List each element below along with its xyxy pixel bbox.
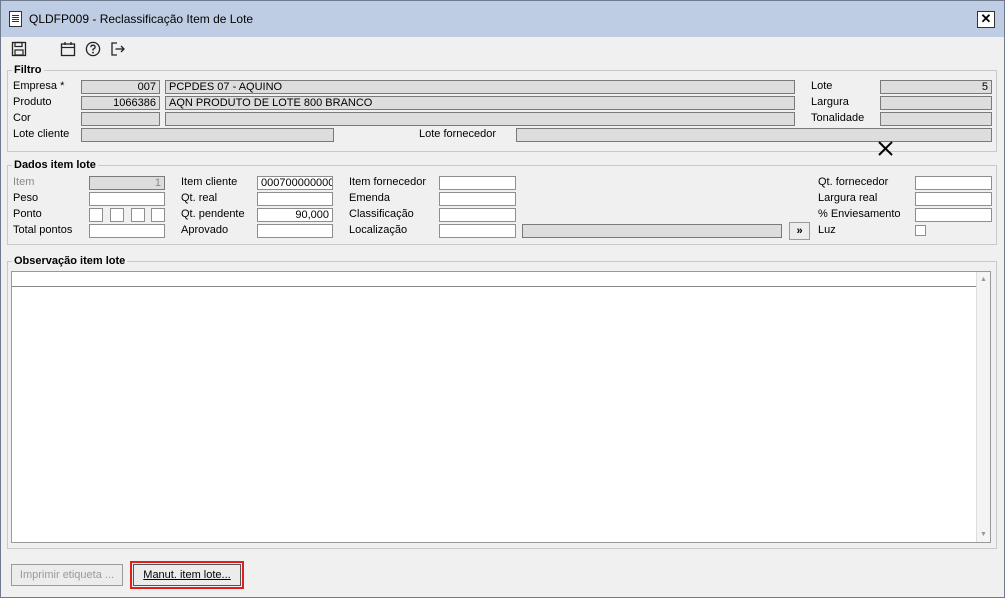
peso-label: Peso xyxy=(13,192,39,204)
peso-field[interactable] xyxy=(89,192,165,206)
localizacao-desc-field[interactable] xyxy=(522,224,782,238)
exit-icon[interactable] xyxy=(110,41,126,57)
qt-pendente-label: Qt. pendente xyxy=(181,208,245,220)
main-window: QLDFP009 - Reclassificação Item de Lote … xyxy=(0,0,1005,598)
lote-fornecedor-field[interactable] xyxy=(516,128,992,142)
total-pontos-label: Total pontos xyxy=(13,224,73,236)
localizacao-code-field[interactable] xyxy=(439,224,516,238)
item-fornecedor-label: Item fornecedor xyxy=(349,176,427,188)
empresa-label: Empresa * xyxy=(13,80,65,92)
empresa-name-field[interactable]: PCPDES 07 - AQUINO xyxy=(165,80,795,94)
enviesamento-label: % Enviesamento xyxy=(818,208,901,220)
ponto-field-4[interactable] xyxy=(151,208,165,222)
largura-real-field[interactable] xyxy=(915,192,992,206)
qt-real-label: Qt. real xyxy=(181,192,218,204)
emenda-label: Emenda xyxy=(349,192,390,204)
largura-real-label: Largura real xyxy=(818,192,878,204)
tonalidade-field[interactable] xyxy=(880,112,992,126)
qt-real-field[interactable] xyxy=(257,192,333,206)
item-cliente-field[interactable]: 0007000000000 xyxy=(257,176,333,190)
localizacao-label: Localização xyxy=(349,224,408,236)
qt-fornecedor-field[interactable] xyxy=(915,176,992,190)
luz-checkbox[interactable] xyxy=(915,225,926,236)
ponto-label: Ponto xyxy=(13,208,42,220)
lote-cliente-label: Lote cliente xyxy=(13,128,70,140)
observacao-textarea[interactable]: ▲ ▼ xyxy=(11,271,991,543)
luz-label: Luz xyxy=(818,224,836,236)
localizacao-search-button[interactable]: » xyxy=(789,222,810,240)
classificacao-field[interactable] xyxy=(439,208,516,222)
item-label: Item xyxy=(13,176,35,188)
close-button[interactable]: ✕ xyxy=(977,11,995,28)
qt-fornecedor-label: Qt. fornecedor xyxy=(818,176,889,188)
largura-field[interactable] xyxy=(880,96,992,110)
enviesamento-field[interactable] xyxy=(915,208,992,222)
lote-label: Lote xyxy=(811,80,833,92)
cor-name-field[interactable] xyxy=(165,112,795,126)
cor-code-field[interactable] xyxy=(81,112,160,126)
document-icon xyxy=(9,11,22,27)
empresa-code-field[interactable]: 007 xyxy=(81,80,160,94)
save-icon[interactable] xyxy=(11,41,27,57)
toolbar xyxy=(1,37,1004,63)
scroll-down-icon[interactable]: ▼ xyxy=(980,531,987,538)
item-field[interactable]: 1 xyxy=(89,176,165,190)
produto-name-field[interactable]: AQN PRODUTO DE LOTE 800 BRANCO xyxy=(165,96,795,110)
manut-item-lote-button[interactable]: Manut. item lote... xyxy=(133,564,241,586)
classificacao-label: Classificação xyxy=(349,208,414,220)
ponto-field-3[interactable] xyxy=(131,208,145,222)
cor-label: Cor xyxy=(13,112,31,124)
produto-label: Produto xyxy=(13,96,52,108)
calendar-icon[interactable] xyxy=(60,41,76,57)
aprovado-label: Aprovado xyxy=(181,224,229,236)
window-title: QLDFP009 - Reclassificação Item de Lote xyxy=(29,12,254,26)
ponto-field-1[interactable] xyxy=(89,208,103,222)
lote-fornecedor-label: Lote fornecedor xyxy=(419,128,497,140)
ponto-field-2[interactable] xyxy=(110,208,124,222)
x-cursor-icon xyxy=(878,141,893,156)
total-pontos-field[interactable] xyxy=(89,224,165,238)
tonalidade-label: Tonalidade xyxy=(811,112,865,124)
filtro-legend: Filtro xyxy=(14,64,42,76)
emenda-field[interactable] xyxy=(439,192,516,206)
produto-code-field[interactable]: 1066386 xyxy=(81,96,160,110)
title-bar: QLDFP009 - Reclassificação Item de Lote … xyxy=(1,1,1004,37)
scroll-up-icon[interactable]: ▲ xyxy=(980,276,987,283)
dados-legend: Dados item lote xyxy=(14,159,96,171)
item-cliente-label: Item cliente xyxy=(181,176,238,188)
qt-pendente-field[interactable]: 90,000 xyxy=(257,208,333,222)
observacao-first-line xyxy=(12,272,977,287)
lote-cliente-field[interactable] xyxy=(81,128,334,142)
observacao-scrollbar[interactable]: ▲ ▼ xyxy=(976,272,990,542)
lote-field[interactable]: 5 xyxy=(880,80,992,94)
aprovado-field[interactable] xyxy=(257,224,333,238)
item-fornecedor-field[interactable] xyxy=(439,176,516,190)
help-icon[interactable] xyxy=(85,41,101,57)
observacao-legend: Observação item lote xyxy=(14,255,126,267)
imprimir-etiqueta-button[interactable]: Imprimir etiqueta ... xyxy=(11,564,123,586)
largura-label: Largura xyxy=(811,96,849,108)
